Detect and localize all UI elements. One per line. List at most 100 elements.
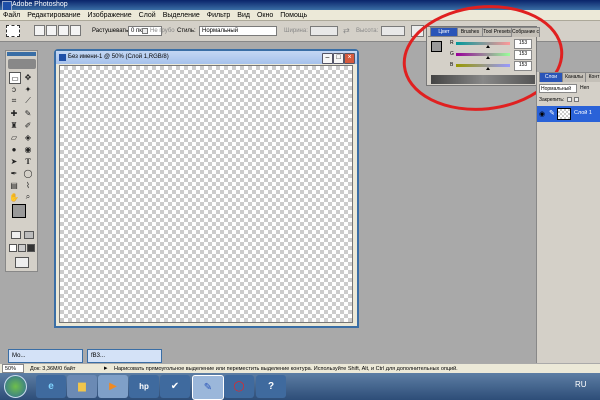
style-select[interactable]: Нормальный: [199, 26, 277, 36]
green-slider[interactable]: G 153: [450, 50, 535, 60]
green-value-input[interactable]: 153: [514, 50, 532, 60]
document-icon: [59, 54, 66, 61]
dodge-tool-icon[interactable]: ◉: [23, 144, 33, 154]
screen-mode-full-icon[interactable]: [27, 244, 35, 252]
help-icon[interactable]: ?: [256, 375, 286, 398]
shape-tool-icon[interactable]: ◯: [23, 168, 33, 178]
close-button[interactable]: ×: [344, 53, 355, 64]
checkmark-app-icon[interactable]: ✔: [160, 375, 190, 398]
transparent-canvas[interactable]: [59, 65, 353, 323]
zoom-tool-icon[interactable]: ⌕: [23, 192, 33, 202]
photoshop-taskbar-icon[interactable]: ✎: [192, 375, 224, 400]
menu-select[interactable]: Выделение: [163, 12, 200, 19]
menu-filter[interactable]: Фильтр: [207, 12, 231, 19]
crop-tool-icon[interactable]: ⌗: [9, 96, 19, 106]
height-input[interactable]: [381, 26, 405, 36]
swap-icon[interactable]: ⇄: [343, 26, 350, 35]
move-tool-icon[interactable]: ✥: [23, 72, 33, 82]
red-slider[interactable]: R 153: [450, 39, 535, 49]
pen-tool-icon[interactable]: ✒: [9, 168, 19, 178]
eyedropper-tool-icon[interactable]: ⌇: [23, 180, 33, 190]
red-track[interactable]: [456, 42, 510, 45]
path-selection-tool-icon[interactable]: ➤: [9, 156, 19, 166]
menu-edit[interactable]: Редактирование: [27, 12, 80, 19]
eraser-tool-icon[interactable]: ▱: [9, 132, 19, 142]
media-player-icon[interactable]: ▶: [98, 375, 128, 398]
document-title-bar[interactable]: Без имени-1 @ 50% (Слой 1,RGB/8) – □ ×: [56, 51, 357, 64]
brush-tool-icon[interactable]: ✎: [23, 108, 33, 118]
foreground-color-swatch[interactable]: [12, 204, 26, 218]
palette-well-icon[interactable]: [411, 25, 424, 37]
paint-bucket-tool-icon[interactable]: ◈: [23, 132, 33, 142]
width-input[interactable]: [310, 26, 338, 36]
blue-value-input[interactable]: 153: [514, 61, 532, 71]
hand-tool-icon[interactable]: ✋: [9, 192, 19, 202]
maximize-button[interactable]: □: [333, 53, 344, 64]
lock-label: Закрепить:: [539, 97, 565, 103]
clone-stamp-tool-icon[interactable]: ♜: [9, 120, 19, 130]
minimize-button[interactable]: –: [322, 53, 333, 64]
notes-tool-icon[interactable]: ▤: [9, 180, 19, 190]
blend-mode-select[interactable]: Нормальный: [539, 84, 577, 93]
opera-browser-icon[interactable]: ◯: [224, 375, 254, 398]
green-track[interactable]: [456, 53, 510, 56]
screen-mode-standard-icon[interactable]: [9, 244, 17, 252]
tab-channels[interactable]: Каналы: [562, 72, 586, 82]
green-channel-label: G: [450, 51, 454, 57]
menu-file[interactable]: Файл: [3, 12, 20, 19]
foreground-color-preview[interactable]: [431, 41, 442, 52]
standard-mode-icon[interactable]: [11, 231, 21, 239]
menu-bar: Файл Редактирование Изображение Слой Выд…: [0, 10, 600, 21]
tools-panel-grip[interactable]: [7, 52, 36, 56]
blue-slider[interactable]: B 153: [450, 61, 535, 71]
red-thumb[interactable]: [486, 45, 491, 48]
color-spectrum-ramp[interactable]: [431, 75, 535, 84]
lasso-tool-icon[interactable]: ↄ: [9, 84, 19, 94]
zoom-level-field[interactable]: 50%: [2, 364, 24, 373]
language-indicator[interactable]: RU: [575, 380, 587, 389]
blur-tool-icon[interactable]: ●: [9, 144, 19, 154]
magic-wand-tool-icon[interactable]: ✦: [23, 84, 33, 94]
adobe-online-icon[interactable]: [8, 59, 36, 69]
minimized-document-2[interactable]: fB3...: [87, 349, 162, 363]
layer-row-selected[interactable]: ◉ ✎ Слой 1: [537, 106, 600, 122]
marquee-tool-icon[interactable]: ▭: [9, 72, 21, 84]
new-selection-icon[interactable]: [34, 25, 45, 36]
blue-track[interactable]: [456, 64, 510, 67]
lock-transparency-checkbox[interactable]: [567, 97, 572, 102]
rectangular-marquee-preset-icon[interactable]: [6, 25, 20, 37]
blue-thumb[interactable]: [486, 67, 491, 70]
screen-mode-menu-icon[interactable]: [18, 244, 26, 252]
quick-mask-mode-icon[interactable]: [24, 231, 34, 239]
green-thumb[interactable]: [486, 56, 491, 59]
menu-view[interactable]: Вид: [237, 12, 250, 19]
subtract-selection-icon[interactable]: [58, 25, 69, 36]
menu-image[interactable]: Изображение: [88, 12, 132, 19]
document-title: Без имени-1 @ 50% (Слой 1,RGB/8): [68, 54, 169, 60]
tab-layer-comps[interactable]: Собрание слоев: [511, 27, 540, 37]
eye-visibility-icon[interactable]: ◉: [539, 110, 545, 118]
windows-start-button[interactable]: [4, 375, 27, 398]
menu-window[interactable]: Окно: [257, 12, 273, 19]
type-tool-icon[interactable]: T: [23, 156, 33, 166]
layer-thumbnail[interactable]: [557, 108, 571, 120]
internet-explorer-icon[interactable]: e: [36, 375, 66, 398]
menu-layer[interactable]: Слой: [139, 12, 156, 19]
antialias-checkbox[interactable]: [142, 28, 148, 34]
document-window: Без имени-1 @ 50% (Слой 1,RGB/8) – □ ×: [54, 49, 359, 328]
file-explorer-icon[interactable]: ▆: [67, 375, 97, 398]
menu-help[interactable]: Помощь: [280, 12, 307, 19]
hp-app-icon[interactable]: hp: [129, 375, 159, 398]
minimized-document-1[interactable]: Мо...: [8, 349, 83, 363]
red-value-input[interactable]: 153: [514, 39, 532, 49]
add-selection-icon[interactable]: [46, 25, 57, 36]
healing-brush-tool-icon[interactable]: ✚: [9, 108, 19, 118]
tab-layers[interactable]: Слои: [539, 72, 563, 82]
layer-name[interactable]: Слой 1: [574, 110, 592, 116]
history-brush-tool-icon[interactable]: ✐: [23, 120, 33, 130]
lock-brush-checkbox[interactable]: [574, 97, 579, 102]
tab-paths[interactable]: Конт: [585, 72, 600, 82]
slice-tool-icon[interactable]: ⟋: [23, 96, 33, 106]
intersect-selection-icon[interactable]: [70, 25, 81, 36]
jump-to-imageready-icon[interactable]: [15, 257, 29, 268]
